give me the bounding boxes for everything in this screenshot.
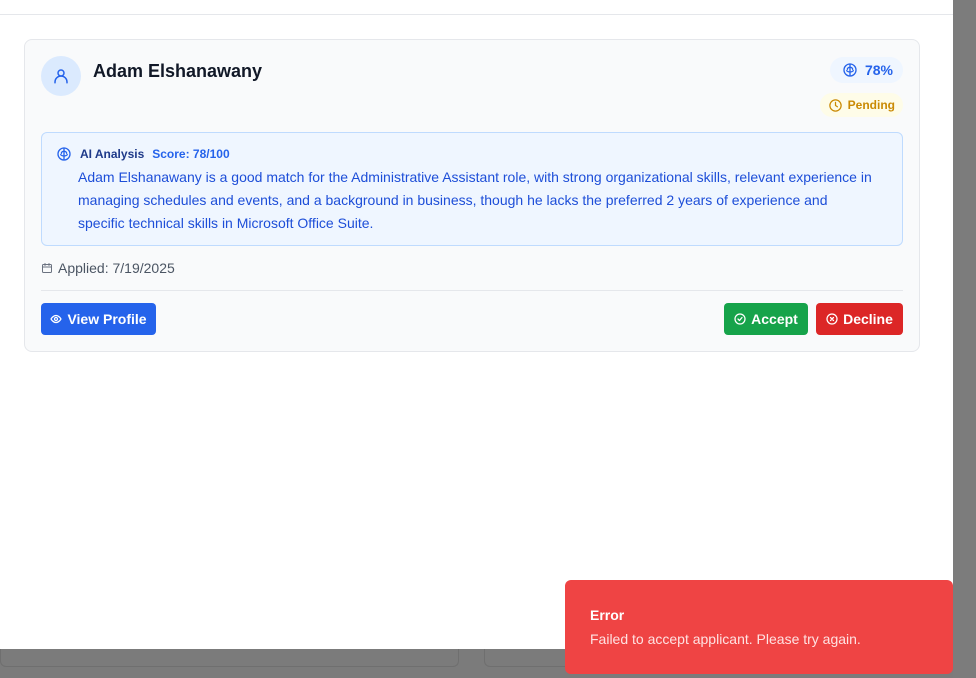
match-score-badge: 78% [829,57,903,83]
card-divider [41,290,903,291]
decline-label: Decline [843,311,893,327]
applied-date: Applied: 7/19/2025 [41,260,175,276]
accept-label: Accept [751,311,798,327]
view-profile-label: View Profile [67,311,147,327]
clock-icon [828,98,842,112]
overlay-scrim [953,0,976,678]
toast-message: Failed to accept applicant. Please try a… [590,631,861,647]
applicants-panel: Adam Elshanawany 78% Pending AI Analysis… [0,0,953,649]
brain-icon [57,147,71,161]
brain-icon [843,63,857,77]
ai-analysis-title: AI Analysis [80,147,145,161]
background-card [0,649,459,667]
view-profile-button[interactable]: View Profile [41,303,156,335]
panel-divider [0,14,953,15]
x-circle-icon [826,313,838,325]
error-toast[interactable]: Error Failed to accept applicant. Please… [565,580,953,674]
ai-analysis-summary: Adam Elshanawany is a good match for the… [78,169,872,231]
applicant-name: Adam Elshanawany [93,61,263,81]
applicant-card: Adam Elshanawany 78% Pending AI Analysis… [24,39,920,352]
ai-analysis-box: AI Analysis Score: 78/100 Adam Elshanawa… [41,132,903,246]
check-circle-icon [734,313,746,325]
ai-analysis-score: Score: 78/100 [152,147,230,161]
user-icon [54,69,68,84]
status-badge: Pending [819,93,903,117]
applied-date-label: Applied: 7/19/2025 [58,260,175,276]
ai-analysis-header: AI Analysis Score: 78/100 [56,146,230,162]
avatar [41,56,81,96]
toast-title: Error [590,607,625,623]
eye-icon [50,314,63,324]
calendar-icon [42,263,52,273]
accept-button[interactable]: Accept [724,303,808,335]
match-score-value: 78% [864,62,893,78]
decline-button[interactable]: Decline [816,303,903,335]
status-label: Pending [847,98,895,112]
